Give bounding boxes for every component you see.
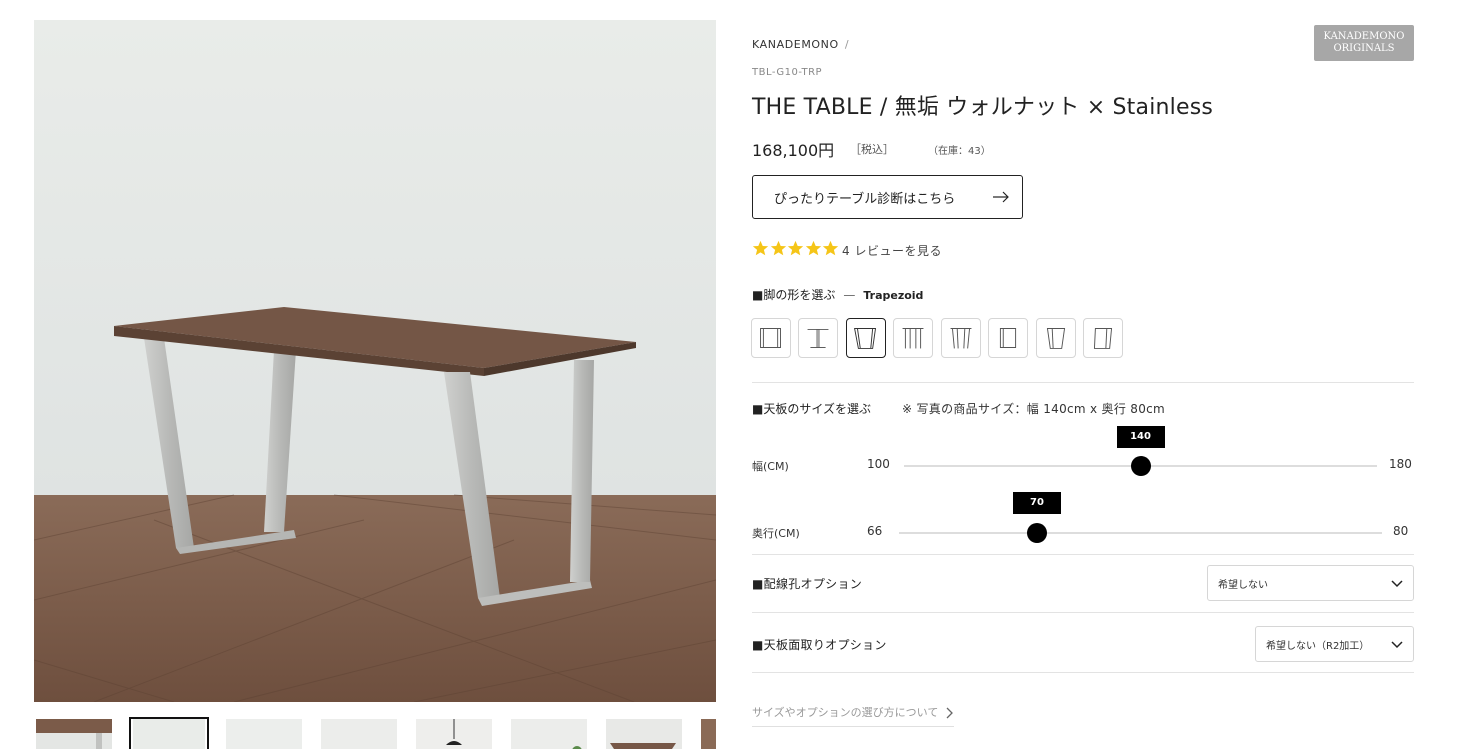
tax-note: ［税込］ bbox=[850, 143, 894, 156]
depth-slider-label: 奥行(CM) bbox=[752, 527, 800, 540]
width-slider-min: 100 bbox=[867, 457, 890, 471]
leg-option-four-leg-tapered[interactable] bbox=[941, 318, 981, 358]
depth-slider-max: 80 bbox=[1393, 524, 1409, 538]
leg-square-icon bbox=[760, 328, 781, 348]
chamfer-option-label: ■天板面取りオプション bbox=[752, 638, 887, 652]
wiring-option-value: 希望しない bbox=[1218, 580, 1268, 591]
chevron-down-icon bbox=[1391, 641, 1403, 649]
table-diagnosis-button[interactable]: ぴったりテーブル診断はこちら bbox=[752, 175, 1023, 219]
depth-slider-min: 66 bbox=[867, 524, 883, 538]
chevron-down-icon bbox=[1391, 580, 1403, 588]
leg-t-shape-icon bbox=[807, 328, 829, 348]
section-divider bbox=[752, 612, 1414, 613]
product-main-image[interactable] bbox=[34, 20, 716, 702]
review-link-label: レビューを見る bbox=[854, 244, 942, 258]
diagnosis-button-label: ぴったりテーブル診断はこちら bbox=[774, 192, 956, 207]
leg-option-square[interactable] bbox=[751, 318, 791, 358]
originals-badge: KANADEMONO ORIGINALS bbox=[1314, 25, 1414, 61]
brand-breadcrumb: KANADEMONO / bbox=[752, 38, 849, 51]
product-price: 168,100円 bbox=[752, 141, 835, 160]
leg-shape-dash: — bbox=[843, 288, 856, 302]
brand-link[interactable]: KANADEMONO bbox=[752, 38, 839, 51]
star-icon bbox=[822, 240, 839, 256]
thumbnail[interactable] bbox=[606, 719, 682, 749]
review-link[interactable]: 4 レビューを見る bbox=[842, 242, 942, 259]
width-slider-label: 幅(CM) bbox=[752, 460, 789, 473]
thumbnail-strip bbox=[34, 717, 716, 749]
star-icon bbox=[752, 240, 769, 256]
width-slider-handle[interactable] bbox=[1130, 456, 1151, 476]
chamfer-option-select[interactable]: 希望しない（R2加工） bbox=[1255, 626, 1414, 662]
arrow-right-icon bbox=[993, 191, 1009, 203]
leg-trapezoid-frame-icon bbox=[1046, 328, 1066, 349]
size-help-link-label: サイズやオプションの選び方について bbox=[752, 706, 939, 719]
leg-shape-selected: Trapezoid bbox=[863, 289, 924, 302]
leg-option-square-frame-offset[interactable] bbox=[1083, 318, 1123, 358]
thumbnail[interactable] bbox=[701, 719, 716, 749]
thumbnail[interactable] bbox=[226, 719, 302, 749]
width-slider-max: 180 bbox=[1389, 457, 1412, 471]
wiring-option-label: ■配線孔オプション bbox=[752, 577, 863, 591]
leg-option-square-frame[interactable] bbox=[988, 318, 1028, 358]
leg-option-t-shape[interactable] bbox=[798, 318, 838, 358]
size-photo-note: ※ 写真の商品サイズ：幅 140cm x 奥行 80cm bbox=[902, 402, 1166, 416]
depth-slider-handle[interactable] bbox=[1027, 523, 1047, 543]
leg-option-trapezoid-frame[interactable] bbox=[1036, 318, 1076, 358]
size-help-link[interactable]: サイズやオプションの選び方について bbox=[752, 704, 954, 727]
leg-option-trapezoid[interactable] bbox=[846, 318, 886, 358]
thumbnail[interactable] bbox=[36, 719, 112, 749]
size-heading: ■天板のサイズを選ぶ bbox=[752, 402, 871, 416]
star-icon bbox=[805, 240, 821, 256]
wiring-option-select[interactable]: 希望しない bbox=[1207, 565, 1414, 601]
product-title: THE TABLE / 無垢 ウォルナット × Stainless bbox=[752, 95, 1214, 120]
chamfer-option-value: 希望しない（R2加工） bbox=[1266, 641, 1370, 652]
product-sku: TBL-G10-TRP bbox=[752, 67, 823, 78]
thumbnail[interactable] bbox=[416, 719, 492, 749]
leg-shape-heading: ■脚の形を選ぶ bbox=[752, 288, 836, 302]
depth-slider-track[interactable] bbox=[899, 532, 1382, 534]
badge-line-1: KANADEMONO bbox=[1323, 31, 1405, 42]
badge-line-2: ORIGINALS bbox=[1333, 43, 1395, 54]
thumbnail[interactable] bbox=[511, 719, 587, 749]
leg-shape-label: ■脚の形を選ぶ — Trapezoid bbox=[752, 286, 923, 303]
thumbnail-active[interactable] bbox=[129, 717, 209, 749]
section-divider bbox=[752, 382, 1414, 383]
depth-slider-tooltip: 70 bbox=[1013, 492, 1061, 514]
leg-four-leg-icon bbox=[902, 328, 924, 349]
rating-stars bbox=[752, 240, 840, 258]
chevron-right-icon bbox=[946, 707, 953, 719]
table-photo bbox=[34, 20, 716, 702]
review-count: 4 bbox=[842, 244, 851, 258]
breadcrumb-separator: / bbox=[844, 38, 850, 51]
star-icon bbox=[787, 240, 804, 256]
leg-square-frame-offset-icon bbox=[1093, 328, 1113, 349]
leg-four-leg-tapered-icon bbox=[950, 328, 972, 349]
section-divider bbox=[752, 554, 1414, 555]
thumbnail[interactable] bbox=[321, 719, 397, 749]
star-icon bbox=[770, 240, 786, 256]
section-divider bbox=[752, 672, 1414, 673]
width-slider-tooltip: 140 bbox=[1116, 426, 1165, 448]
leg-square-frame-icon bbox=[999, 328, 1017, 348]
stock-count: （在庫：43） bbox=[928, 146, 991, 157]
leg-option-four-leg[interactable] bbox=[893, 318, 933, 358]
leg-trapezoid-icon bbox=[854, 328, 877, 349]
